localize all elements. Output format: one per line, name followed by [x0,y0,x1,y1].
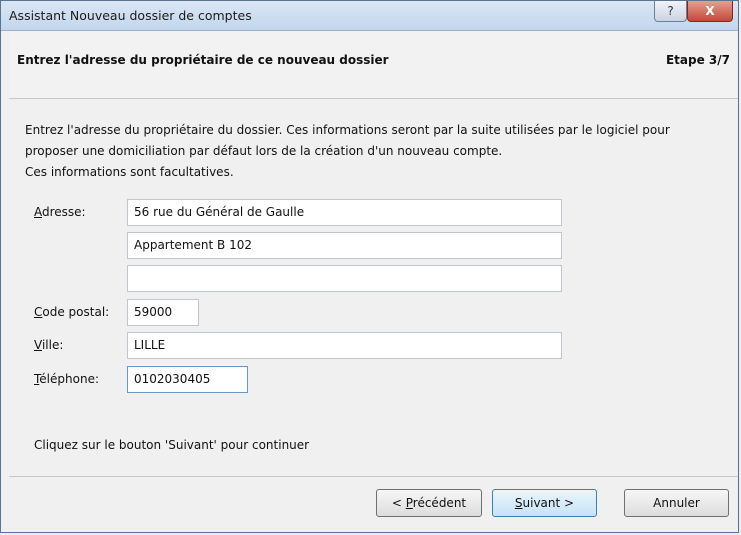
next-button-accesskey: S [514,496,523,510]
address-label-accesskey: A [34,205,42,219]
city-input[interactable]: LILLE [127,332,562,359]
address-line1-input[interactable]: 56 rue du Général de Gaulle [127,199,562,226]
address-line2-input[interactable]: Appartement B 102 [127,232,562,259]
intro-line-2: proposer une domiciliation par défaut lo… [25,144,503,158]
postal-code-input[interactable]: 59000 [127,299,199,326]
cancel-button[interactable]: Annuler [624,489,729,517]
address-line3-input[interactable] [127,265,562,292]
previous-button-label: récédent [412,496,467,510]
intro-text: Entrez l'adresse du propriétaire du doss… [25,120,725,183]
next-button[interactable]: Suivant > [492,489,597,517]
intro-line-3: Ces informations sont facultatives. [25,165,234,179]
address-label: Adresse: [34,205,86,219]
continue-hint: Cliquez sur le bouton 'Suivant' pour con… [34,438,310,452]
postal-label-text: ode postal: [42,305,110,319]
previous-button-prefix: < [391,496,406,510]
help-button[interactable]: ? [654,1,687,22]
phone-input[interactable]: 0102030405 [127,366,248,393]
previous-button[interactable]: < Précédent [376,489,482,517]
help-icon: ? [667,4,674,18]
step-header: Entrez l'adresse du propriétaire de ce n… [9,31,738,99]
title-bar[interactable]: Assistant Nouveau dossier de comptes ? X [1,1,738,31]
city-label-accesskey: V [34,338,42,352]
step-title: Entrez l'adresse du propriétaire de ce n… [17,53,389,67]
window-title: Assistant Nouveau dossier de comptes [9,8,252,23]
step-indicator: Etape 3/7 [665,53,730,67]
close-button[interactable]: X [687,1,733,22]
phone-label-text: éléphone: [39,372,99,386]
city-label: Ville: [34,338,63,352]
close-icon: X [705,4,715,18]
next-button-label: uivant > [522,496,575,510]
previous-button-accesskey: P [405,496,413,510]
address-label-text: dresse: [42,205,86,219]
phone-label: Téléphone: [34,372,99,386]
intro-line-1: Entrez l'adresse du propriétaire du doss… [25,123,670,137]
postal-code-label: Code postal: [34,305,109,319]
city-label-text: ille: [41,338,64,352]
